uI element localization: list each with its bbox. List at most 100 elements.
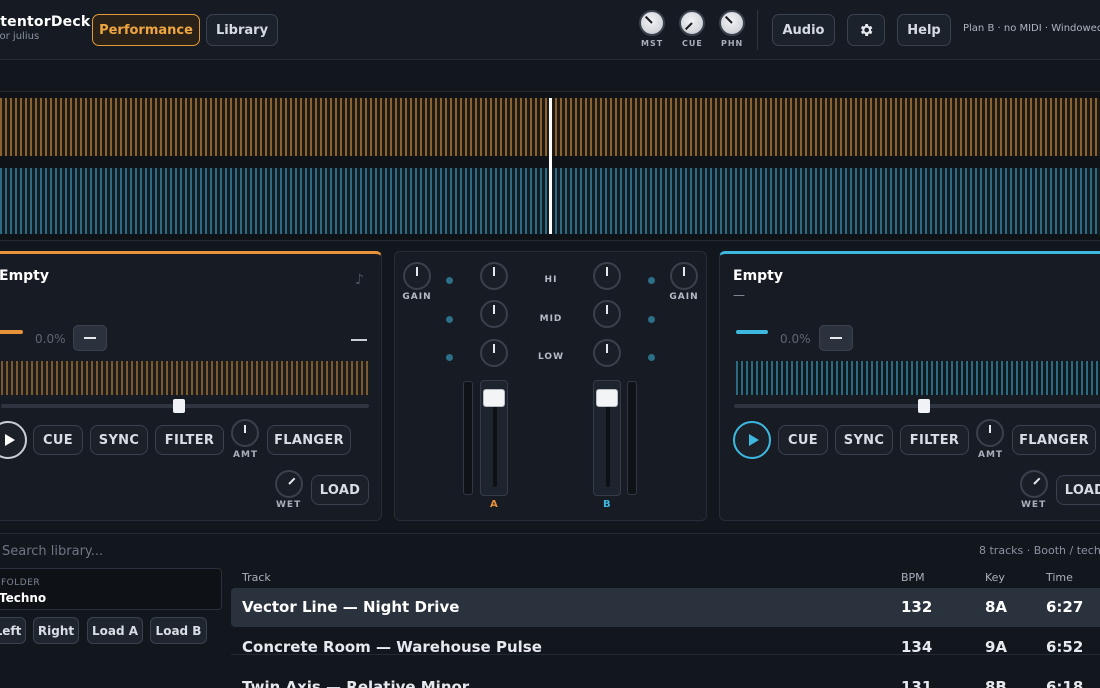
deck-b-pitch-reset-button[interactable] (819, 325, 853, 351)
deck-a-wet-knob[interactable] (275, 470, 303, 498)
deck-a-wet-label: WET (276, 500, 302, 510)
deck-a-waveform[interactable] (1, 361, 369, 395)
deck-a-amount-knob[interactable] (231, 419, 259, 447)
gear-icon (860, 24, 873, 36)
deck-a-cue-button[interactable]: CUE (33, 425, 83, 455)
deck-b-wet-knob[interactable] (1020, 470, 1048, 498)
eq-hi-label: HI (544, 275, 558, 285)
deck-b-tempo-thumb[interactable] (918, 399, 930, 413)
channel-a-mid-kill[interactable] (446, 316, 453, 323)
column-header-key[interactable]: Key (985, 571, 1005, 584)
table-row[interactable]: Twin Axis — Relative Minor 131 8B 6:18 (231, 668, 1100, 688)
table-row[interactable]: Concrete Room — Warehouse Pulse 134 9A 6… (231, 628, 1100, 667)
deck-a-tempo-slider[interactable] (1, 404, 369, 408)
channel-a-volume-fader[interactable] (480, 380, 508, 496)
deck-b-pitch-indicator (736, 330, 768, 334)
app-subtitle: for julius (0, 31, 40, 42)
channel-a-hi-knob[interactable] (480, 262, 508, 290)
channel-b-volume-fader[interactable] (593, 380, 621, 496)
track-key: 8B (985, 678, 1007, 688)
channel-a-gain-knob[interactable] (403, 262, 431, 290)
channel-a-low-kill[interactable] (446, 354, 453, 361)
deck-b-cue-button[interactable]: CUE (778, 425, 828, 455)
deck-b-flanger-button[interactable]: FLANGER (1012, 425, 1096, 455)
track-time: 6:27 (1046, 598, 1084, 616)
play-icon (748, 434, 759, 446)
deck-a-pitch-value: 0.0% (35, 332, 66, 346)
column-header-track[interactable]: Track (242, 571, 271, 584)
library-tab[interactable]: Library (206, 14, 278, 46)
load-b-button[interactable]: Load B (150, 617, 207, 644)
channel-b-level-meter (627, 381, 637, 495)
deck-a-sync-button[interactable]: SYNC (90, 425, 148, 455)
deck-a-title: Empty (0, 268, 49, 284)
track-key: 8A (985, 598, 1008, 616)
channel-a-hi-kill[interactable] (446, 277, 453, 284)
audio-button[interactable]: Audio (772, 14, 835, 46)
performance-tab[interactable]: Performance (92, 14, 200, 46)
left-button[interactable]: Left (0, 617, 26, 644)
eq-mid-label: MID (539, 314, 563, 324)
deck-b-pitch-value: 0.0% (780, 332, 811, 346)
deck-b: Empty — 0.0% CUE SYNC FILTER AMT FLANGER… (719, 251, 1100, 521)
cue-volume-knob[interactable] (679, 10, 705, 36)
deck-b-load-button[interactable]: LOAD (1056, 475, 1100, 505)
channel-a-label: A (490, 499, 498, 510)
brand: StentorDeck for julius (0, 14, 90, 42)
music-note-icon: ♪ (355, 272, 364, 288)
deck-a-flanger-button[interactable]: FLANGER (267, 425, 351, 455)
phones-volume-knob[interactable] (719, 10, 745, 36)
deck-a-load-button[interactable]: LOAD (311, 475, 369, 505)
folder-label: FOLDER (1, 578, 41, 588)
channel-a-mid-knob[interactable] (480, 300, 508, 328)
channel-b-fader-cap[interactable] (596, 389, 618, 407)
deck-a-pitch-reset-button[interactable] (73, 325, 107, 351)
deck-a-amount-label: AMT (233, 450, 259, 460)
library-meta: 8 tracks · Booth / techno (979, 544, 1100, 557)
right-button[interactable]: Right (33, 617, 79, 644)
column-header-time[interactable]: Time (1046, 571, 1073, 584)
folder-select[interactable]: FOLDER Techno (0, 568, 222, 610)
load-a-button[interactable]: Load A (87, 617, 143, 644)
eq-low-label: LOW (538, 352, 564, 362)
sub-bar (0, 61, 1100, 91)
phones-knob-label: PHN (721, 39, 744, 48)
channel-b-mid-kill[interactable] (648, 316, 655, 323)
app-title: StentorDeck (0, 14, 91, 30)
search-input[interactable]: Search library... (2, 544, 103, 559)
master-knob-label: MST (641, 39, 664, 48)
top-bar: StentorDeck for julius Performance Libra… (0, 0, 1100, 60)
track-bpm: 131 (901, 678, 933, 688)
deck-b-amount-knob[interactable] (976, 419, 1004, 447)
help-button[interactable]: Help (897, 14, 951, 46)
channel-a-fader-cap[interactable] (483, 389, 505, 407)
channel-b-hi-knob[interactable] (593, 262, 621, 290)
track-bpm: 132 (901, 598, 933, 616)
track-time: 6:18 (1046, 678, 1084, 688)
channel-b-label: B (603, 499, 611, 510)
waveform-overview[interactable] (0, 91, 1100, 241)
channel-b-low-knob[interactable] (593, 339, 621, 367)
deck-b-wet-label: WET (1021, 500, 1047, 510)
channel-b-hi-kill[interactable] (648, 277, 655, 284)
table-row[interactable]: Vector Line — Night Drive 132 8A 6:27 (231, 588, 1100, 627)
master-volume-knob[interactable] (639, 10, 665, 36)
deck-a-filter-button[interactable]: FILTER (155, 425, 224, 455)
settings-button[interactable] (847, 14, 885, 46)
deck-b-filter-button[interactable]: FILTER (900, 425, 969, 455)
deck-a-play-button[interactable] (0, 421, 27, 459)
track-title: Twin Axis — Relative Minor (242, 678, 470, 688)
deck-b-waveform[interactable] (736, 361, 1100, 395)
deck-b-tempo-slider[interactable] (734, 404, 1100, 408)
channel-b-low-kill[interactable] (648, 354, 655, 361)
channel-b-gain-knob[interactable] (670, 262, 698, 290)
deck-a-tempo-thumb[interactable] (173, 399, 185, 413)
deck-a-time-placeholder (351, 339, 367, 341)
deck-b-play-button[interactable] (733, 421, 771, 459)
play-icon (4, 434, 15, 446)
deck-b-sync-button[interactable]: SYNC (835, 425, 893, 455)
status-text: Plan B · no MIDI · Windowed (963, 23, 1100, 34)
column-header-bpm[interactable]: BPM (901, 571, 925, 584)
channel-a-low-knob[interactable] (480, 339, 508, 367)
channel-b-mid-knob[interactable] (593, 300, 621, 328)
